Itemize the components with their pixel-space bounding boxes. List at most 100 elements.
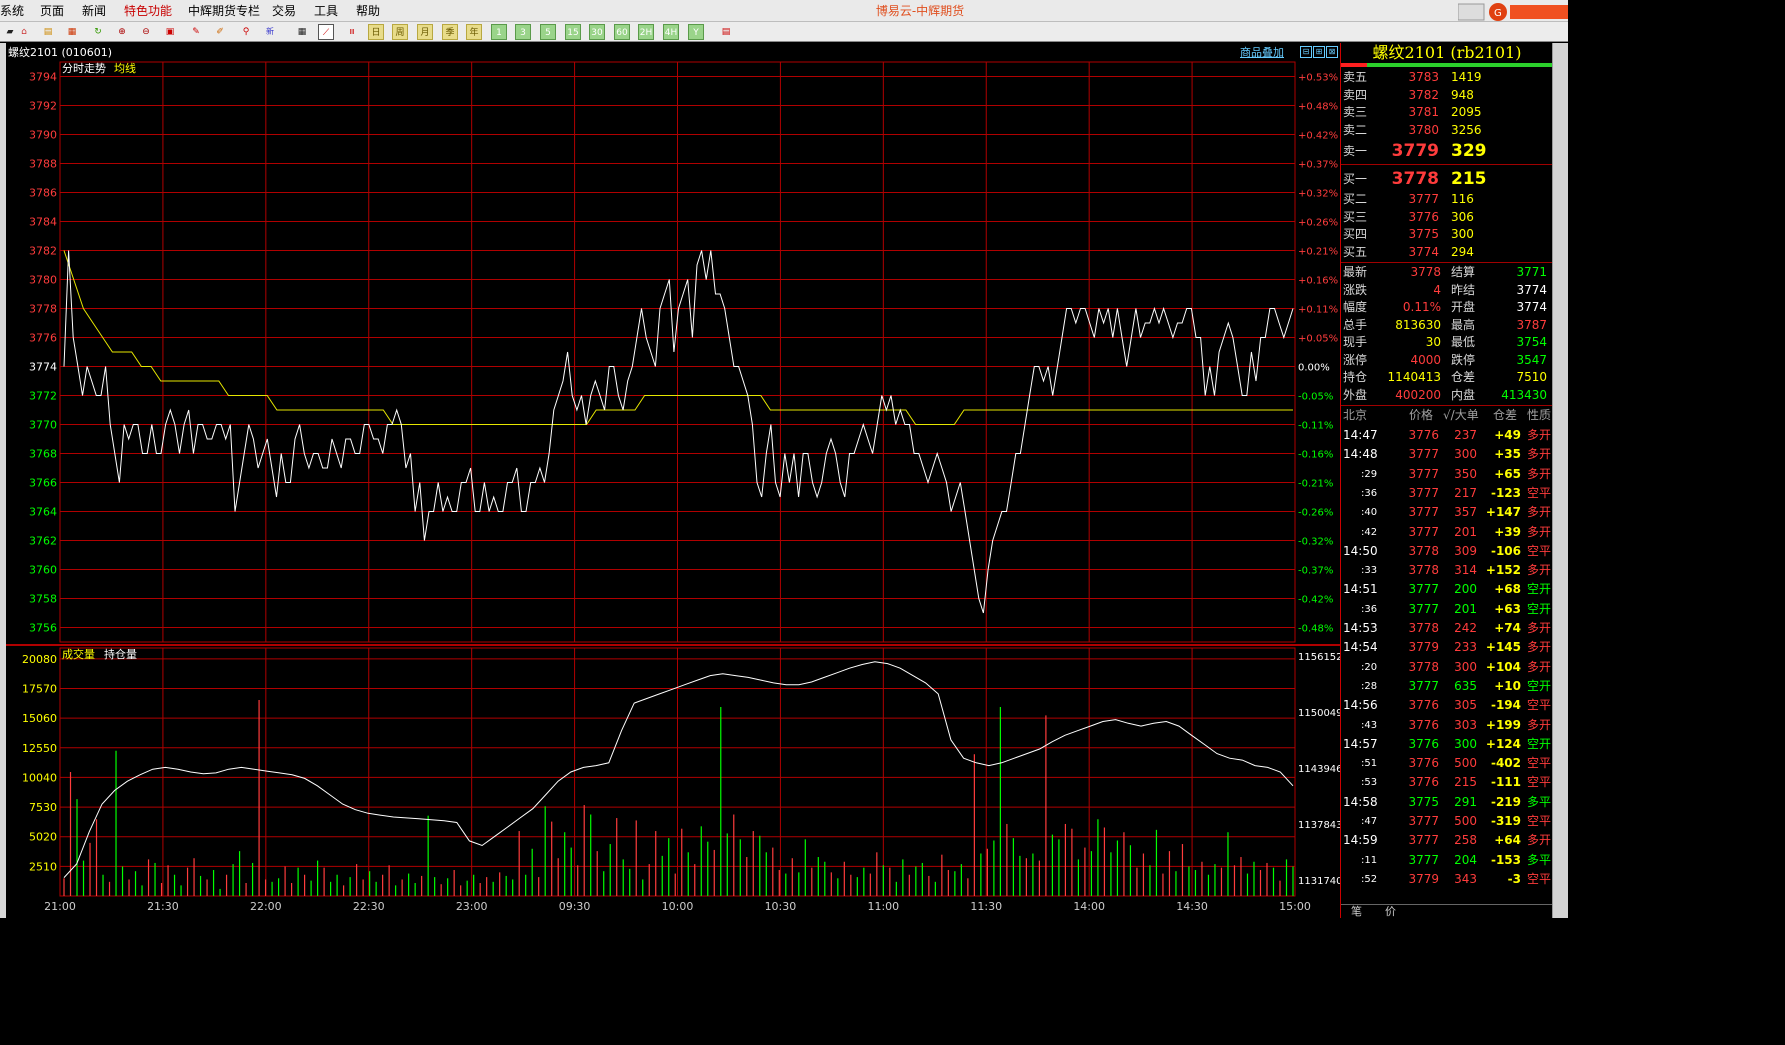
stat-row: 幅度 0.11% 开盘 3774 bbox=[1341, 299, 1553, 317]
time-axis-tick: 09:30 bbox=[559, 900, 591, 913]
tick-row: :11 3777 204 -153 多平 bbox=[1341, 851, 1553, 870]
volume-axis-tick: 2510 bbox=[29, 860, 57, 873]
stat-label: 总手 bbox=[1343, 317, 1368, 332]
ask-label: 卖一 bbox=[1343, 144, 1368, 158]
tick-nature: 多开 bbox=[1526, 505, 1551, 520]
tick-time: 14:51 bbox=[1343, 582, 1378, 597]
volume-axis-tick: 5020 bbox=[29, 831, 57, 844]
tick-price: 3777 bbox=[1408, 485, 1439, 500]
stat-label: 跌停 bbox=[1451, 352, 1476, 367]
tick-row: 14:57 3776 300 +124 空开 bbox=[1341, 735, 1553, 754]
tick-nature: 空开 bbox=[1526, 582, 1551, 597]
price-axis-tick: 3794 bbox=[29, 71, 57, 84]
tick-time: 14:58 bbox=[1343, 794, 1378, 809]
svg-text:G: G bbox=[1494, 8, 1502, 19]
tick-volume: 237 bbox=[1454, 428, 1477, 442]
tick-time: :20 bbox=[1361, 661, 1378, 673]
time-axis-tick: 11:00 bbox=[867, 900, 899, 913]
tick-nature: 空开 bbox=[1526, 601, 1551, 616]
stat-value: 3754 bbox=[1516, 335, 1547, 349]
ask-volume: 3256 bbox=[1451, 122, 1482, 137]
bid-volume: 116 bbox=[1451, 192, 1474, 206]
tick-row: :20 3778 300 +104 多开 bbox=[1341, 658, 1553, 677]
tick-oi-change: +63 bbox=[1494, 601, 1521, 616]
tick-oi-change: +199 bbox=[1485, 717, 1521, 732]
tab-price[interactable]: 价 bbox=[1385, 905, 1396, 919]
time-axis-tick: 10:00 bbox=[662, 900, 694, 913]
tick-oi-change: -194 bbox=[1490, 698, 1521, 713]
pct-axis-tick: -0.42% bbox=[1298, 595, 1333, 606]
tick-row: 14:48 3777 300 +35 多开 bbox=[1341, 445, 1553, 464]
ask-label: 卖三 bbox=[1343, 105, 1368, 119]
divider bbox=[1341, 262, 1553, 263]
tick-oi-change: +68 bbox=[1494, 582, 1521, 597]
tick-time: :36 bbox=[1361, 603, 1378, 615]
tick-price: 3776 bbox=[1408, 428, 1439, 442]
stat-value: 30 bbox=[1425, 335, 1441, 349]
stat-label: 昨结 bbox=[1451, 282, 1476, 297]
price-axis-tick: 3764 bbox=[29, 506, 57, 519]
brand-logo-icon: G bbox=[1458, 3, 1568, 21]
tick-price: 3776 bbox=[1408, 717, 1439, 732]
bid-price: 3774 bbox=[1408, 244, 1439, 259]
tick-price: 3776 bbox=[1408, 775, 1439, 790]
tick-nature: 多开 bbox=[1526, 428, 1551, 442]
tick-row: :36 3777 201 +63 空开 bbox=[1341, 600, 1553, 619]
pct-axis-tick: -0.26% bbox=[1298, 508, 1333, 519]
tick-oi-change: -219 bbox=[1490, 794, 1521, 809]
stat-value: 400200 bbox=[1395, 387, 1441, 402]
tick-oi-change: -123 bbox=[1490, 485, 1521, 500]
stat-value: 0.11% bbox=[1402, 300, 1441, 314]
price-axis-tick: 3776 bbox=[29, 332, 57, 345]
tick-volume: 217 bbox=[1454, 485, 1477, 500]
volume-axis-tick: 7530 bbox=[29, 801, 57, 814]
tick-oi-change: +74 bbox=[1494, 621, 1521, 635]
scrollbar[interactable] bbox=[1552, 43, 1568, 918]
tick-time: :42 bbox=[1361, 526, 1378, 538]
tick-time: :36 bbox=[1361, 487, 1378, 499]
price-axis-tick: 3780 bbox=[29, 274, 57, 287]
tab-ticks[interactable]: 笔 bbox=[1351, 905, 1362, 919]
stat-label: 结算 bbox=[1451, 265, 1476, 279]
tick-row: 14:58 3775 291 -219 多平 bbox=[1341, 793, 1553, 812]
tick-header-price: 价格 bbox=[1409, 408, 1434, 422]
tick-header-nature: 性质 bbox=[1527, 408, 1552, 422]
tick-oi-change: +152 bbox=[1485, 563, 1521, 578]
stat-label: 最低 bbox=[1451, 335, 1476, 349]
tick-price: 3777 bbox=[1408, 505, 1439, 520]
stat-label: 幅度 bbox=[1343, 300, 1368, 314]
time-axis-tick: 14:30 bbox=[1176, 900, 1208, 913]
chart-grid bbox=[6, 61, 1340, 897]
tick-row: :52 3779 343 -3 空平 bbox=[1341, 870, 1553, 889]
tick-nature: 空开 bbox=[1526, 736, 1551, 751]
stat-value: 7510 bbox=[1516, 370, 1547, 384]
stat-value: 413430 bbox=[1501, 387, 1547, 402]
tick-header-row: 北京 价格 √/大单 仓差 性质 bbox=[1341, 407, 1553, 424]
time-axis-tick: 15:00 bbox=[1279, 900, 1311, 913]
ask-row: 卖三 3781 2095 bbox=[1341, 104, 1553, 122]
tick-oi-change: +65 bbox=[1494, 466, 1521, 481]
tick-oi-change: +10 bbox=[1494, 678, 1521, 693]
bid-row: 买一 3778 215 bbox=[1341, 167, 1553, 191]
tick-nature: 多平 bbox=[1526, 852, 1551, 867]
tick-volume: 303 bbox=[1454, 717, 1477, 732]
tick-volume: 635 bbox=[1454, 678, 1477, 693]
tick-oi-change: -106 bbox=[1490, 543, 1521, 558]
time-axis-tick: 11:30 bbox=[970, 900, 1002, 913]
stat-row: 现手 30 最低 3754 bbox=[1341, 334, 1553, 352]
price-axis-tick: 3786 bbox=[29, 187, 57, 200]
tick-volume: 291 bbox=[1454, 794, 1477, 809]
tick-price: 3777 bbox=[1408, 582, 1439, 597]
volume-axis-tick: 17570 bbox=[22, 683, 57, 696]
tick-time: :53 bbox=[1361, 777, 1378, 789]
tick-nature: 多开 bbox=[1526, 659, 1551, 674]
ask-row: 卖五 3783 1419 bbox=[1341, 69, 1553, 87]
tick-oi-change: -111 bbox=[1490, 775, 1521, 790]
oi-axis-tick: 1150049 bbox=[1298, 708, 1340, 719]
stat-value: 3787 bbox=[1516, 317, 1547, 332]
pct-axis-tick: -0.16% bbox=[1298, 450, 1333, 461]
tick-time: :51 bbox=[1361, 758, 1378, 770]
instrument-title: 螺纹2101 (rb2101) bbox=[1372, 43, 1522, 62]
timeshare-chart[interactable]: 3794 +0.53% 3792 +0.48% 3790 +0.42% 3788 +0.37%… bbox=[0, 0, 1340, 918]
stat-value: 3547 bbox=[1516, 352, 1547, 367]
